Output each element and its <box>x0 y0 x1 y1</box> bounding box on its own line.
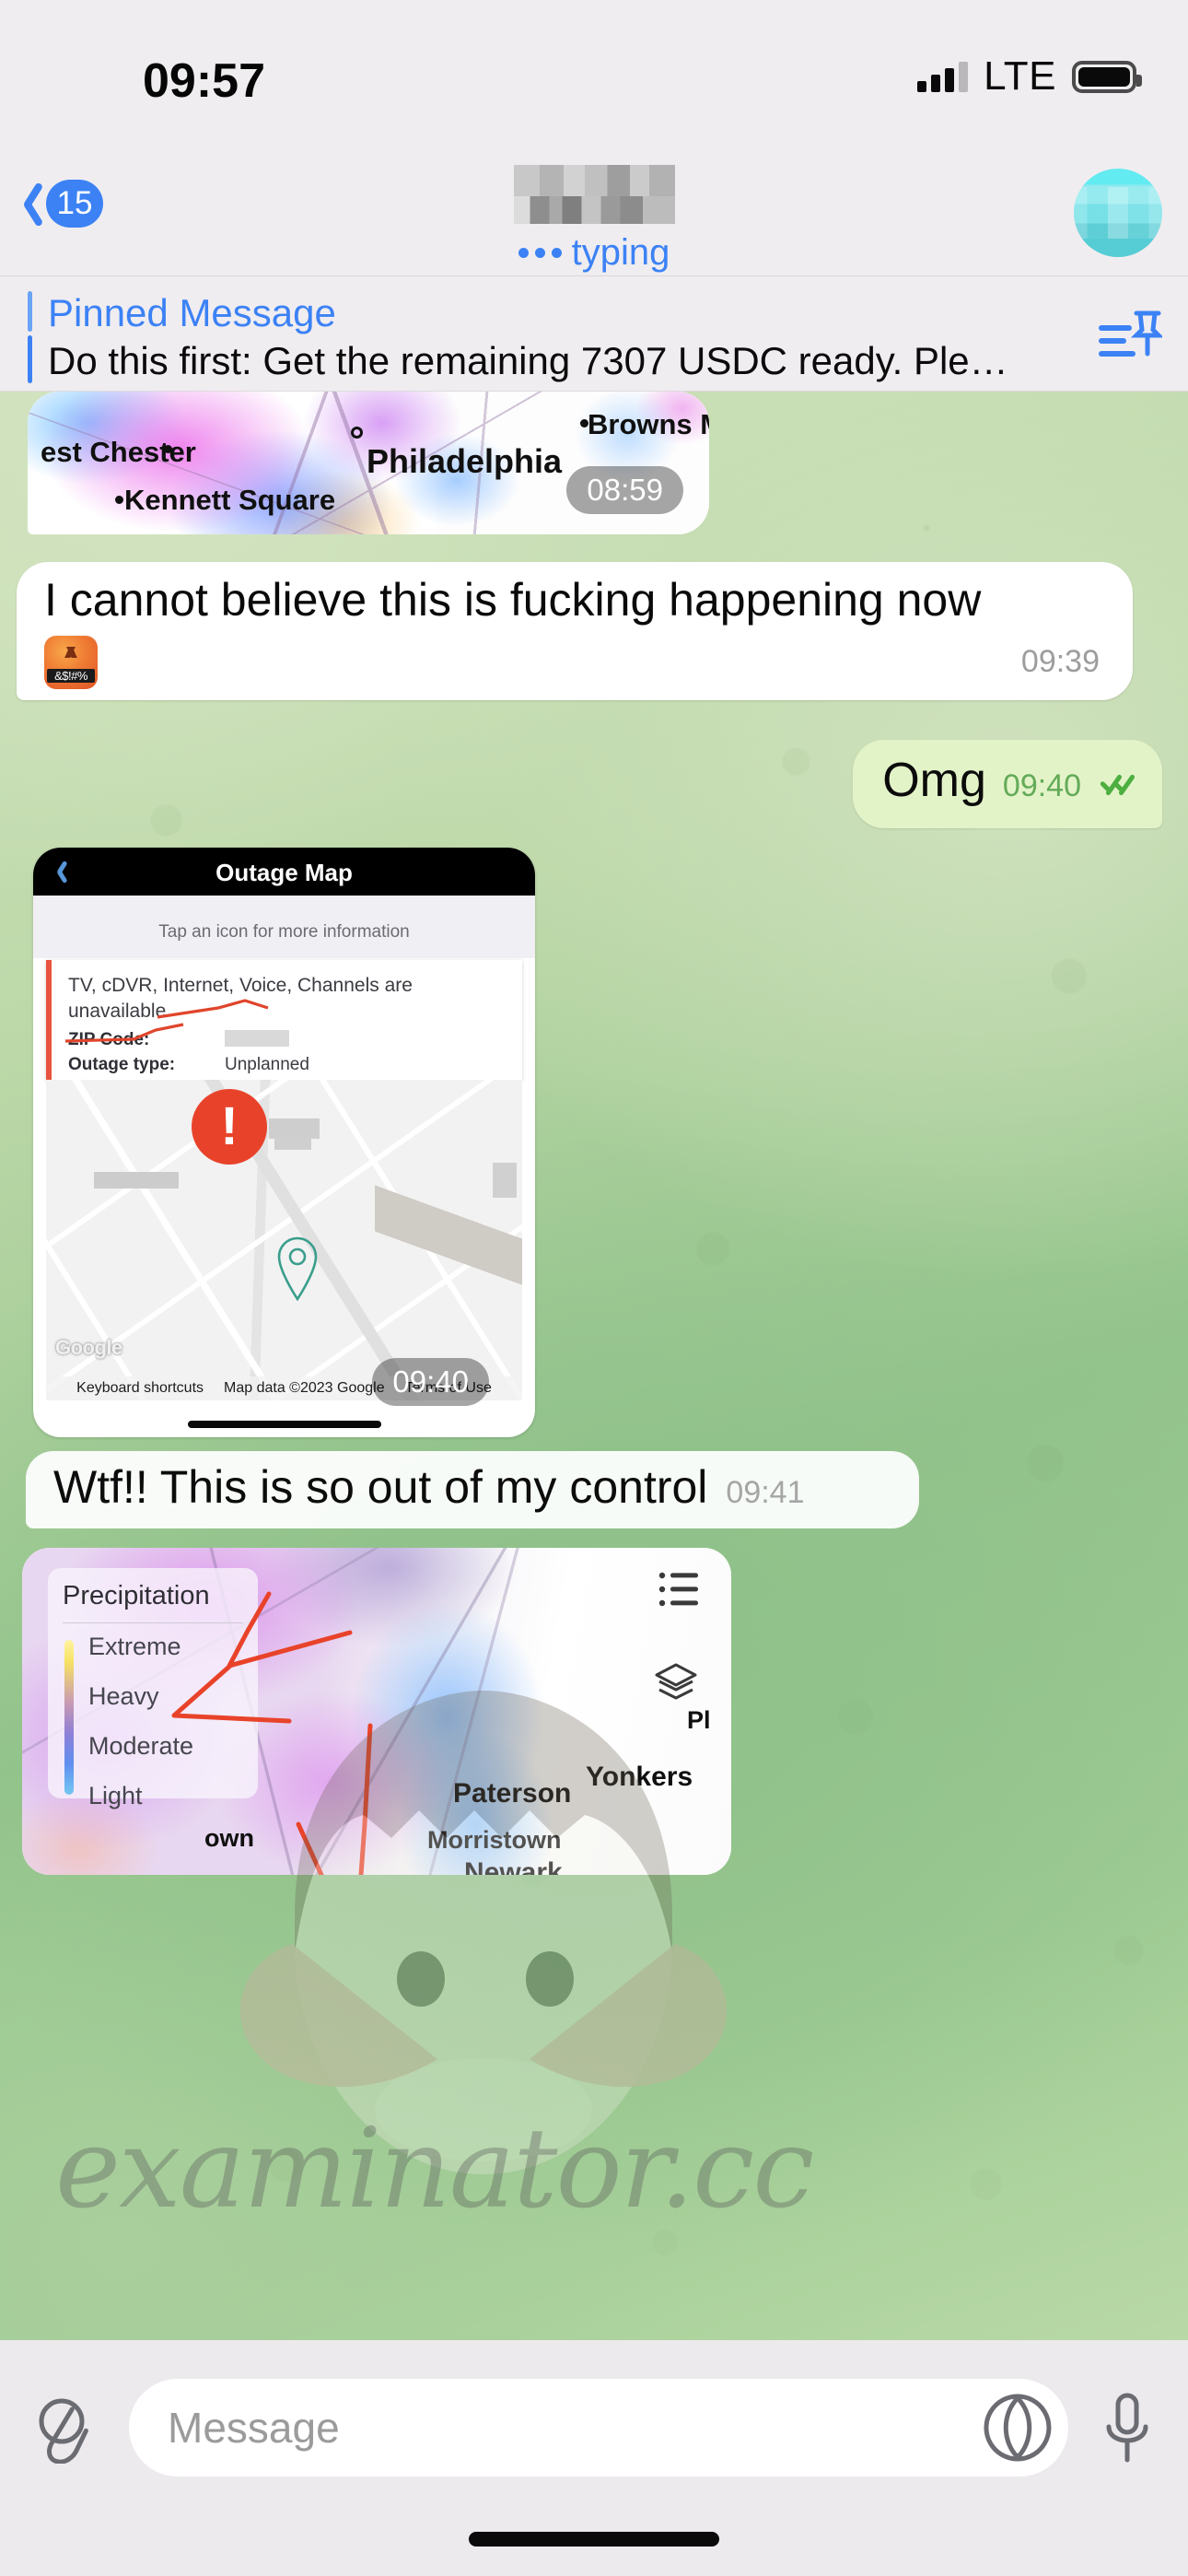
pin-accent-line-bottom <box>28 335 32 383</box>
map-redacted-label-a <box>269 1118 320 1139</box>
sticker-icon[interactable] <box>984 2394 1052 2462</box>
paperclip-icon[interactable] <box>29 2394 94 2464</box>
message-text: Omg <box>882 754 986 807</box>
location-pin-icon[interactable] <box>274 1235 320 1301</box>
chat-title[interactable] <box>0 165 1188 224</box>
typing-label: typing <box>571 232 670 273</box>
map-label-philadelphia: Philadelphia <box>367 442 563 480</box>
map-label-paterson: Paterson <box>453 1778 572 1809</box>
map-river <box>375 1080 522 1400</box>
message-input-bar: Message <box>0 2340 1188 2576</box>
message-bubble-wtf[interactable]: Wtf!! This is so out of my control 09:41 <box>26 1451 919 1528</box>
message-timestamp: 09:40 <box>372 1358 489 1406</box>
map-redacted-label-c <box>94 1172 179 1188</box>
outage-subheader: Tap an icon for more information <box>33 896 535 958</box>
message-timestamp: 09:40 <box>1002 768 1081 803</box>
message-bubble-cannot-believe[interactable]: I cannot believe this is fucking happeni… <box>17 562 1133 700</box>
message-timestamp: 08:59 <box>566 466 683 514</box>
microphone-icon[interactable] <box>1101 2392 1153 2465</box>
message-input-placeholder: Message <box>168 2404 340 2452</box>
map-label-kennett-square: Kennett Square <box>124 484 336 516</box>
map-label-browns-mills: Browns M <box>588 408 709 440</box>
status-bar-indicators: LTE <box>917 53 1142 100</box>
red-underline-scribble <box>64 999 269 1043</box>
pinned-message-text: Do this first: Get the remaining 7307 US… <box>48 339 1008 382</box>
map-label-own: own <box>204 1824 254 1852</box>
message-list[interactable]: est Chester Philadelphia Kennett Square … <box>0 392 1188 2340</box>
message-text: Wtf!! This is so out of my control <box>53 1461 708 1513</box>
message-timestamp: 09:39 <box>1020 644 1100 679</box>
ios-home-indicator <box>469 2532 719 2547</box>
map-label-newark: Newark <box>464 1857 563 1875</box>
typing-status: typing <box>0 232 1188 274</box>
angry-face-with-symbols-emoji <box>44 636 98 689</box>
map-ring-philadelphia <box>351 427 363 439</box>
ios-home-indicator <box>187 1421 381 1428</box>
network-type-label: LTE <box>984 53 1056 99</box>
map-redacted-label-d <box>493 1163 517 1198</box>
pinned-message-label: Pinned Message <box>48 291 336 334</box>
exclamation-alert-icon[interactable]: ! <box>192 1089 267 1165</box>
avatar[interactable] <box>1074 169 1162 257</box>
map-dot-kennett-square <box>115 496 123 504</box>
message-text: I cannot believe this is fucking happeni… <box>44 574 982 626</box>
google-logo: Google <box>55 1336 122 1359</box>
pin-list-icon[interactable] <box>1098 306 1162 367</box>
chat-title-redacted-block-2 <box>513 196 675 224</box>
map-redacted-label-b <box>274 1137 311 1150</box>
message-input-field[interactable]: Message <box>129 2379 1068 2476</box>
map-data-copyright: Map data ©2023 Google <box>224 1380 385 1396</box>
red-arrow-scribble <box>171 1591 373 1875</box>
outage-hint-text: Tap an icon for more information <box>158 922 410 942</box>
pinned-message-bar[interactable]: Pinned Message Do this first: Get the re… <box>0 276 1188 392</box>
map-label-morristown: Morristown <box>427 1826 562 1854</box>
cellular-bars-icon <box>917 61 969 92</box>
chat-title-redacted-block <box>513 165 675 196</box>
message-timestamp: 09:41 <box>726 1475 805 1510</box>
message-image-outage-map-screenshot[interactable]: Outage Map Tap an icon for more informat… <box>33 848 535 1437</box>
message-image-radar-philadelphia[interactable]: est Chester Philadelphia Kennett Square … <box>28 392 709 534</box>
map-dot-west-chester <box>164 445 172 453</box>
pin-accent-line-top <box>28 291 32 332</box>
map-label-yonkers: Yonkers <box>586 1762 693 1792</box>
phone-screen: 09:57 LTE 15 typing Pinned Message Do th… <box>0 0 1188 2576</box>
double-check-icon <box>1098 772 1138 797</box>
outage-map-canvas[interactable]: ! Google Keyboard shortcuts Map data ©20… <box>46 1080 522 1400</box>
status-bar: 09:57 LTE <box>0 0 1188 152</box>
typing-dots-icon <box>518 248 562 258</box>
message-image-precipitation-map[interactable]: Precipitation Extreme Heavy Moderate Lig… <box>22 1548 731 1875</box>
battery-full-icon <box>1072 60 1142 93</box>
message-bubble-omg[interactable]: Omg 09:40 <box>853 740 1162 828</box>
outage-page-title: Outage Map <box>215 859 353 886</box>
chat-nav-bar: 15 typing <box>0 152 1188 276</box>
outage-nav-bar: Outage Map <box>33 848 535 896</box>
map-label-west-chester: est Chester <box>41 436 196 468</box>
status-bar-clock: 09:57 <box>143 54 265 108</box>
map-label-pl: Pl <box>687 1706 711 1734</box>
keyboard-shortcuts-link[interactable]: Keyboard shortcuts <box>76 1380 204 1397</box>
outage-detail-card: TV, cDVR, Internet, Voice, Channels are … <box>46 960 522 1119</box>
